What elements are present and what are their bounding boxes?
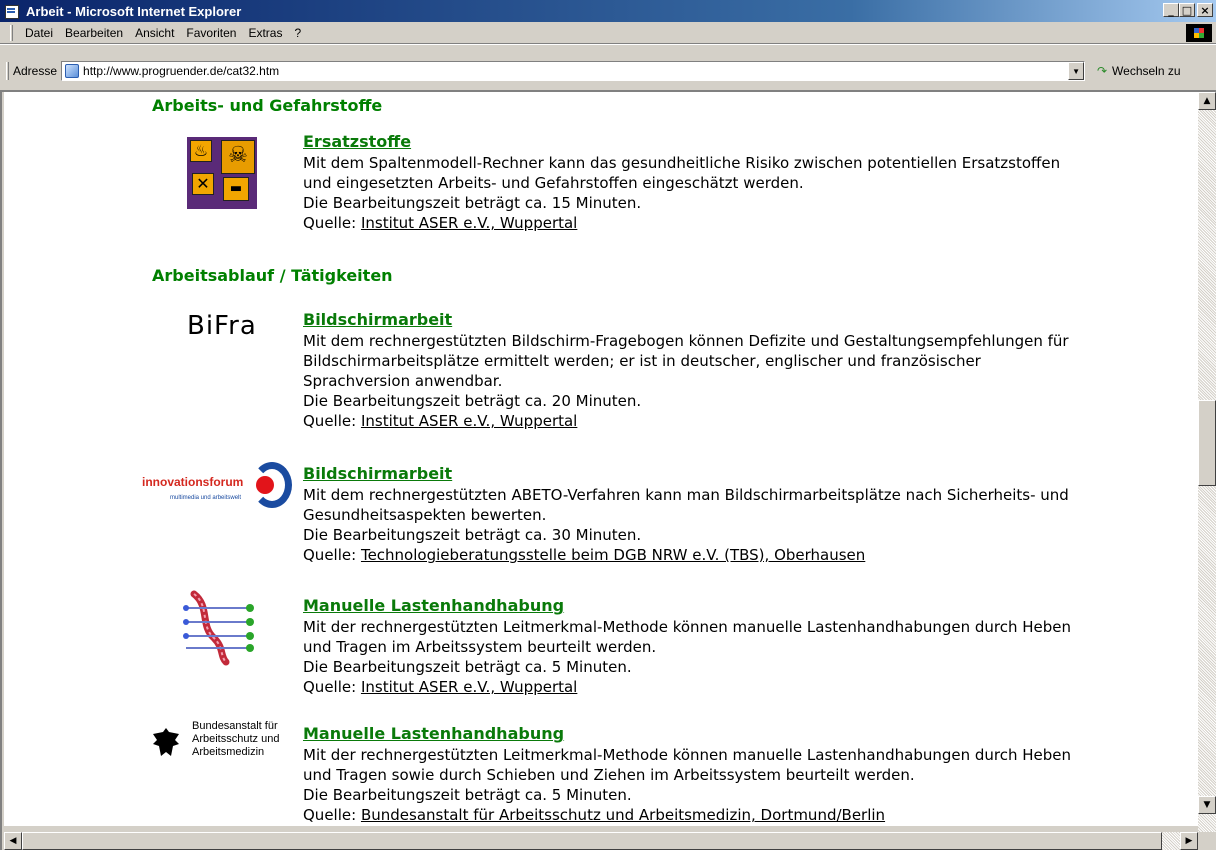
entry-description: und Tragen im Arbeitssystem beurteilt we… [303,638,657,656]
source-link[interactable]: Institut ASER e.V., Wuppertal [361,678,577,696]
scroll-left-button[interactable]: ◀ [4,832,22,850]
go-label: Wechseln zu [1112,64,1181,78]
spine-logo [180,586,260,666]
entry-description: Sprachversion anwendbar. [303,372,503,390]
entry-title-link[interactable]: Ersatzstoffe [303,132,1183,152]
menu-grip[interactable] [10,24,13,41]
address-grip[interactable] [6,62,9,80]
source-label: Quelle: [303,412,357,430]
go-button[interactable]: ↷ Wechseln zu [1097,64,1180,78]
entry-description: Bildschirmarbeitsplätze ermittelt werden… [303,352,981,370]
address-label: Adresse [13,64,58,78]
scroll-down-button[interactable]: ▼ [1198,796,1216,814]
source-link[interactable]: Technologieberatungsstelle beim DGB NRW … [361,546,865,564]
innovationsforum-logo: innovationsforum multimedia und arbeitsw… [142,462,292,510]
entry-title-link[interactable]: Bildschirmarbeit [303,310,1183,330]
entry-bildschirmarbeit-aser: Bildschirmarbeit Mit dem rechnergestützt… [303,310,1183,431]
browser-viewport: Arbeits- und Gefahrstoffe ♨ ☠ ✕ ▬ Ersatz… [0,90,1216,850]
go-arrow-icon: ↷ [1097,64,1108,78]
address-toolbar: Adresse http://www.progruender.de/cat32.… [0,44,1216,90]
scroll-up-button[interactable]: ▲ [1198,92,1216,110]
menu-ansicht[interactable]: Ansicht [129,26,180,40]
entry-description: Gesundheitsaspekten bewerten. [303,506,547,524]
entry-description: Mit dem Spaltenmodell-Rechner kann das g… [303,154,1061,172]
entry-description: und Tragen sowie durch Schieben und Zieh… [303,766,915,784]
close-button[interactable]: × [1197,3,1213,17]
source-label: Quelle: [303,678,357,696]
minimize-button[interactable]: _ [1163,3,1179,17]
menu-help[interactable]: ? [288,26,307,40]
source-link[interactable]: Institut ASER e.V., Wuppertal [361,412,577,430]
address-input[interactable]: http://www.progruender.de/cat32.htm ▼ [61,61,1086,81]
entry-duration: Die Bearbeitungszeit beträgt ca. 5 Minut… [303,786,632,804]
page-content: Arbeits- und Gefahrstoffe ♨ ☠ ✕ ▬ Ersatz… [4,92,1198,826]
horizontal-scrollbar[interactable]: ◀ ▶ [4,832,1198,850]
source-label: Quelle: [303,214,357,232]
source-link[interactable]: Institut ASER e.V., Wuppertal [361,214,577,232]
menu-favoriten[interactable]: Favoriten [180,26,242,40]
vertical-scrollbar[interactable]: ▲ ▼ [1198,92,1216,832]
menu-bar: Datei Bearbeiten Ansicht Favoriten Extra… [0,22,1216,44]
window-controls: _ □ × [1163,3,1213,17]
innovationsforum-logo-subtext: multimedia und arbeitswelt [170,495,242,501]
entry-source: Quelle: Institut ASER e.V., Wuppertal [303,411,1183,431]
entry-lastenhandhabung-aser: Manuelle Lastenhandhabung Mit der rechne… [303,596,1183,697]
entry-duration: Die Bearbeitungszeit beträgt ca. 15 Minu… [303,194,642,212]
federal-eagle-icon [153,728,179,756]
menu-bearbeiten[interactable]: Bearbeiten [59,26,129,40]
entry-duration: Die Bearbeitungszeit beträgt ca. 30 Minu… [303,526,642,544]
entry-title-link[interactable]: Bildschirmarbeit [303,464,1183,484]
entry-source: Quelle: Bundesanstalt für Arbeitsschutz … [303,805,1183,825]
menu-datei[interactable]: Datei [19,26,59,40]
entry-ersatzstoffe: Ersatzstoffe Mit dem Spaltenmodell-Rechn… [303,132,1183,233]
scroll-right-button[interactable]: ▶ [1180,832,1198,850]
baua-logo-text: Bundesanstalt für Arbeitsschutz und Arbe… [192,720,280,758]
section-heading-arbeitsablauf: Arbeitsablauf / Tätigkeiten [152,266,393,285]
bifra-logo-text: BiFra [187,311,257,341]
baua-logo: Bundesanstalt für Arbeitsschutz und Arbe… [151,720,301,780]
source-link[interactable]: Bundesanstalt für Arbeitsschutz und Arbe… [361,806,885,824]
entry-title-link[interactable]: Manuelle Lastenhandhabung [303,724,1183,744]
ie-window-icon[interactable] [4,3,20,19]
window-title: Arbeit - Microsoft Internet Explorer [26,3,242,19]
entry-source: Quelle: Institut ASER e.V., Wuppertal [303,677,1183,697]
entry-source: Quelle: Institut ASER e.V., Wuppertal [303,213,1183,233]
address-dropdown-button[interactable]: ▼ [1068,62,1085,80]
menu-extras[interactable]: Extras [242,26,288,40]
windows-logo-icon [1186,24,1212,42]
section-heading-gefahrstoffe: Arbeits- und Gefahrstoffe [152,96,383,115]
entry-bildschirmarbeit-tbs: Bildschirmarbeit Mit dem rechnergestützt… [303,464,1183,565]
entry-description: Mit der rechnergestützten Leitmerkmal-Me… [303,618,1072,636]
source-label: Quelle: [303,806,357,824]
window-title-bar[interactable]: Arbeit - Microsoft Internet Explorer _ □… [0,0,1216,22]
source-label: Quelle: [303,546,357,564]
vertical-scroll-thumb[interactable] [1198,400,1216,486]
page-icon [65,64,80,78]
maximize-button[interactable]: □ [1179,3,1195,17]
scroll-corner [1198,832,1216,850]
hazard-symbols-logo: ♨ ☠ ✕ ▬ [187,137,257,209]
entry-title-link[interactable]: Manuelle Lastenhandhabung [303,596,1183,616]
entry-lastenhandhabung-baua: Manuelle Lastenhandhabung Mit der rechne… [303,724,1183,825]
entry-duration: Die Bearbeitungszeit beträgt ca. 5 Minut… [303,658,632,676]
entry-description: Mit dem rechnergestützten ABETO-Verfahre… [303,486,1069,504]
entry-source: Quelle: Technologieberatungsstelle beim … [303,545,1183,565]
entry-description: und eingesetzten Arbeits- und Gefahrstof… [303,174,804,192]
entry-duration: Die Bearbeitungszeit beträgt ca. 20 Minu… [303,392,642,410]
entry-description: Mit der rechnergestützten Leitmerkmal-Me… [303,746,1072,764]
address-url: http://www.progruender.de/cat32.htm [83,64,280,78]
horizontal-scroll-thumb[interactable] [22,832,1162,850]
bifra-logo: BiFra [187,313,257,339]
entry-description: Mit dem rechnergestützten Bildschirm-Fra… [303,332,1069,350]
